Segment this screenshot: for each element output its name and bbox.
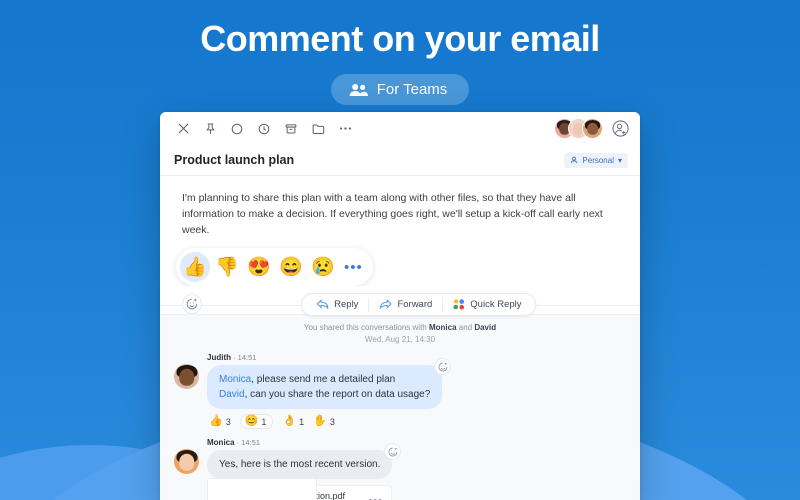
mention-monica[interactable]: Monica — [219, 374, 251, 385]
share-note-join: and — [456, 323, 475, 332]
snooze-clock-icon[interactable] — [253, 118, 275, 140]
pin-icon[interactable] — [199, 118, 221, 140]
blush-emoji: 😊 — [244, 415, 259, 427]
raised-hand-emoji: ✋ — [313, 415, 327, 427]
message-time: 14:51 — [237, 353, 257, 362]
people-icon — [349, 83, 369, 97]
participant-avatars[interactable] — [554, 118, 603, 139]
message-meta: Judith · 14:51 — [207, 353, 626, 362]
subject-row: Product launch plan Personal ▾ — [160, 145, 640, 175]
ok-hand-emoji: 👌 — [282, 415, 297, 427]
share-note-name-monica: Monica — [428, 323, 457, 332]
message-bubble: Yes, here is the most recent version. — [207, 450, 393, 479]
person-icon — [571, 156, 578, 164]
crying-emoji[interactable]: 😢 — [308, 252, 338, 282]
quick-reply-icon — [453, 298, 465, 309]
reaction-thumbs-up[interactable]: 👍 3 — [209, 416, 231, 427]
meta-separator: · — [231, 353, 238, 362]
reply-arrow-icon — [316, 299, 329, 309]
for-teams-label: For Teams — [376, 81, 448, 98]
close-icon[interactable] — [172, 118, 194, 140]
reply-label: Reply — [334, 298, 359, 310]
grinning-emoji[interactable]: 😄 — [276, 252, 306, 282]
reaction-count: 1 — [261, 416, 267, 427]
account-label: Personal — [582, 155, 614, 165]
reaction-count: 3 — [225, 416, 231, 427]
reply-button[interactable]: Reply — [306, 297, 368, 312]
add-reaction-icon[interactable] — [434, 358, 452, 375]
page-title: Comment on your email — [200, 18, 600, 59]
add-reaction-icon[interactable] — [384, 443, 402, 460]
thumbs-up-emoji: 👍 — [209, 415, 223, 427]
reaction-count: 1 — [299, 416, 305, 427]
conversation-date: Wed, Aug 21, 14:30 — [364, 335, 436, 344]
compose-box[interactable] — [207, 478, 317, 500]
forward-label: Forward — [397, 298, 433, 310]
share-note-name-david: David — [474, 323, 497, 332]
account-selector[interactable]: Personal ▾ — [564, 152, 628, 168]
quick-reply-button[interactable]: Quick Reply — [442, 296, 531, 312]
reaction-count: 3 — [329, 416, 335, 427]
folder-icon[interactable] — [307, 118, 329, 140]
window-toolbar — [160, 112, 640, 145]
more-options-icon[interactable] — [334, 118, 356, 140]
reaction-raised-hand[interactable]: ✋ 3 — [313, 416, 335, 427]
reaction-blush[interactable]: 😊 1 — [239, 414, 274, 429]
emoji-reaction-bar[interactable]: 👍 👎 😍 😄 😢 ••• — [176, 248, 373, 286]
message-line-1: , please send me a detailed plan — [251, 374, 396, 385]
chevron-down-icon: ▾ — [617, 155, 622, 165]
reaction-list: 👍 3 😊 1 👌 1 ✋ 3 — [207, 414, 626, 429]
hero-section: Comment on your email For Teams — [0, 16, 800, 105]
share-note-prefix: You shared this conversations with — [303, 323, 429, 332]
avatar[interactable] — [174, 364, 199, 389]
mark-unread-icon[interactable] — [226, 118, 248, 140]
message-time: 14:51 — [241, 438, 261, 447]
message-author: Judith — [207, 353, 231, 362]
action-pill-group: Reply Forward Quick Reply — [301, 292, 537, 316]
more-emoji-icon[interactable]: ••• — [340, 260, 363, 275]
reaction-ok-hand[interactable]: 👌 1 — [282, 416, 304, 427]
heart-eyes-emoji[interactable]: 😍 — [244, 252, 274, 282]
attachment-more-icon[interactable]: ••• — [368, 495, 383, 500]
conversation-thread[interactable]: You shared this conversations with Monic… — [160, 314, 640, 500]
add-person-icon[interactable] — [610, 119, 630, 139]
thumbs-down-emoji[interactable]: 👎 — [212, 252, 242, 282]
message-bubble: Monica, please send me a detailed plan D… — [207, 365, 443, 409]
message-line-2: , can you share the report on data usage… — [244, 389, 431, 400]
quick-reply-label: Quick Reply — [470, 298, 522, 310]
forward-button[interactable]: Forward — [368, 296, 442, 312]
message-author: Monica — [207, 438, 235, 447]
add-reaction-icon[interactable] — [182, 294, 202, 314]
share-note: You shared this conversations with Monic… — [174, 322, 626, 334]
archive-icon[interactable] — [280, 118, 302, 140]
thumbs-up-emoji[interactable]: 👍 — [180, 252, 210, 282]
email-window: Product launch plan Personal ▾ I'm plann… — [160, 112, 640, 500]
forward-arrow-icon — [380, 299, 392, 309]
avatar[interactable] — [582, 118, 603, 139]
message-text: I'm planning to share this plan with a t… — [182, 192, 603, 236]
mention-david[interactable]: David — [219, 389, 245, 400]
subject-title: Product launch plan — [174, 153, 295, 167]
message-body: I'm planning to share this plan with a t… — [160, 175, 640, 286]
list-item: Judith · 14:51 Monica, please send me a … — [174, 353, 626, 429]
message-actions: Reply Forward Quick Reply — [160, 286, 640, 316]
avatar[interactable] — [174, 449, 199, 474]
for-teams-badge: For Teams — [330, 74, 470, 105]
message-meta: Monica · 14:51 — [207, 438, 626, 447]
